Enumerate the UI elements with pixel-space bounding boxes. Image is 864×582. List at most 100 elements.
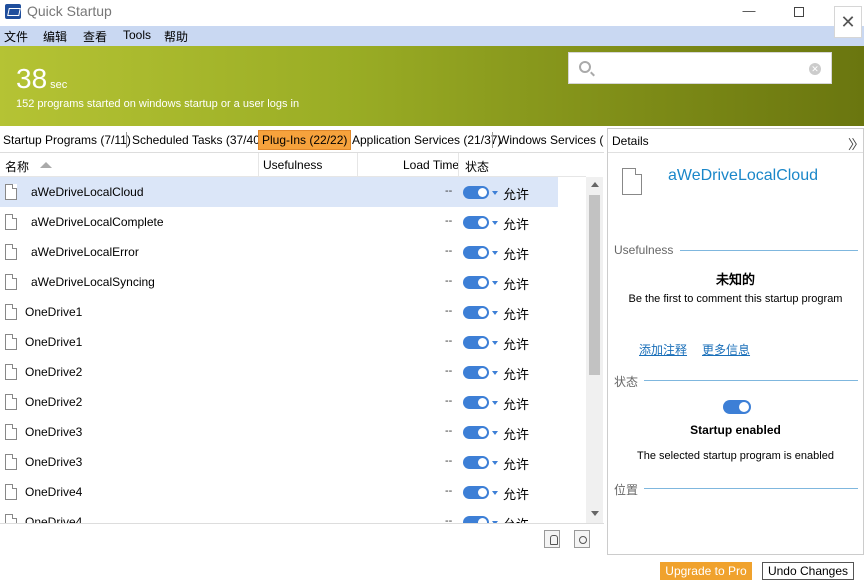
status-section-label: 状态 [614,375,639,389]
enable-toggle[interactable] [463,486,489,499]
collapse-panel-icon[interactable]: 〉〉 [848,134,864,153]
startup-description: 152 programs started on windows startup … [16,98,300,110]
search-close-button[interactable]: ✕ [834,6,862,38]
tab-separator [126,132,127,148]
row-name: OneDrive1 [25,335,83,349]
file-icon [5,274,17,290]
details-header: Details 〉〉 [608,129,864,153]
enable-toggle[interactable] [463,336,489,349]
file-icon [5,394,17,410]
hand-pointer-icon[interactable] [544,530,560,548]
table-row[interactable]: OneDrive2 -- 允许 [0,387,558,417]
row-name: aWeDriveLocalSyncing [31,275,155,289]
details-panel: Details 〉〉 aWeDriveLocalCloud Usefulness… [607,128,864,555]
menu-view[interactable]: 查看 [83,28,107,45]
row-status: 允许 [503,457,530,472]
column-divider[interactable] [258,153,259,177]
chevron-down-icon[interactable] [492,341,498,345]
add-note-link[interactable]: 添加注释 [639,341,687,358]
enable-toggle[interactable] [463,276,489,289]
search-input[interactable] [601,59,801,79]
table-row[interactable]: OneDrive1 -- 允许 [0,327,558,357]
tab-scheduled-tasks[interactable]: Scheduled Tasks (37/40) [129,130,267,150]
column-load-time[interactable]: Load Time [403,158,459,172]
upgrade-button[interactable]: Upgrade to Pro [660,562,752,580]
column-divider[interactable] [458,153,459,177]
table-row[interactable]: OneDrive1 -- 允许 [0,297,558,327]
table-row[interactable]: aWeDriveLocalSyncing -- 允许 [0,267,558,297]
column-divider[interactable] [357,153,358,177]
row-name: aWeDriveLocalError [31,245,139,259]
table-row[interactable]: OneDrive3 -- 允许 [0,417,558,447]
tab-startup-programs[interactable]: Startup Programs (7/11) [0,130,134,150]
row-name: OneDrive1 [25,305,83,319]
row-status: 允许 [503,247,530,262]
list-toolbar [0,523,604,555]
chevron-down-icon[interactable] [492,431,498,435]
column-status[interactable]: 状态 [465,158,489,175]
table-row[interactable]: aWeDriveLocalComplete -- 允许 [0,207,558,237]
menu-bar: 文件 编辑 查看 Tools 帮助 [0,26,864,46]
chevron-down-icon[interactable] [492,491,498,495]
more-info-link[interactable]: 更多信息 [702,341,750,358]
menu-tools[interactable]: Tools [123,28,151,42]
scroll-down-icon[interactable] [591,511,599,516]
scroll-thumb[interactable] [589,195,600,375]
enable-toggle[interactable] [463,426,489,439]
column-name[interactable]: 名称 [5,158,29,175]
row-load-time: -- [445,515,453,523]
tab-application-services[interactable]: Application Services (21/37) [349,130,504,150]
chevron-down-icon[interactable] [492,251,498,255]
scroll-up-icon[interactable] [591,182,599,187]
enable-toggle[interactable] [463,216,489,229]
enable-toggle[interactable] [463,396,489,409]
details-title: Details [612,134,649,148]
file-icon [5,364,17,380]
row-name: OneDrive3 [25,455,83,469]
undo-changes-button[interactable]: Undo Changes [762,562,854,580]
column-header: 名称 Usefulness Load Time 状态 [0,153,586,177]
chevron-down-icon[interactable] [492,401,498,405]
tab-plug-ins[interactable]: Plug-Ins (22/22) [258,130,352,150]
table-row[interactable]: aWeDriveLocalCloud -- 允许 [0,177,558,207]
row-load-time: -- [445,395,453,407]
enable-toggle[interactable] [463,246,489,259]
table-row[interactable]: OneDrive4 -- 允许 [0,507,558,523]
enable-toggle[interactable] [463,366,489,379]
chevron-down-icon[interactable] [492,311,498,315]
table-row[interactable]: aWeDriveLocalError -- 允许 [0,237,558,267]
chevron-down-icon[interactable] [492,191,498,195]
chevron-down-icon[interactable] [492,371,498,375]
enable-toggle[interactable] [463,456,489,469]
startup-list: 名称 Usefulness Load Time 状态 aWeDriveLocal… [0,152,604,523]
table-row[interactable]: OneDrive3 -- 允许 [0,447,558,477]
maximize-button[interactable] [776,0,822,24]
column-usefulness[interactable]: Usefulness [263,158,322,172]
enable-toggle[interactable] [463,516,489,523]
row-name: OneDrive3 [25,425,83,439]
row-name: OneDrive2 [25,395,83,409]
minimize-button[interactable]: — [726,0,772,24]
chevron-down-icon[interactable] [492,461,498,465]
row-load-time: -- [445,245,453,257]
app-icon [5,4,21,19]
table-row[interactable]: OneDrive4 -- 允许 [0,477,558,507]
clear-search-icon[interactable]: ✕ [809,63,821,75]
tab-windows-services[interactable]: Windows Services (65/ [495,130,604,150]
search-document-icon[interactable] [574,530,590,548]
startup-time: 38 sec [16,63,67,95]
enable-toggle[interactable] [463,186,489,199]
chevron-down-icon[interactable] [492,221,498,225]
chevron-down-icon[interactable] [492,281,498,285]
table-row[interactable]: OneDrive2 -- 允许 [0,357,558,387]
menu-edit[interactable]: 编辑 [43,28,67,45]
startup-unit: sec [50,79,68,91]
menu-help[interactable]: 帮助 [164,28,188,45]
menu-file[interactable]: 文件 [4,28,28,45]
enable-toggle[interactable] [463,306,489,319]
row-name: OneDrive4 [25,485,83,499]
title-bar: Quick Startup — ✕ [0,0,864,24]
details-enable-toggle[interactable] [723,400,751,414]
vertical-scrollbar[interactable] [586,177,603,523]
file-icon [5,184,17,200]
